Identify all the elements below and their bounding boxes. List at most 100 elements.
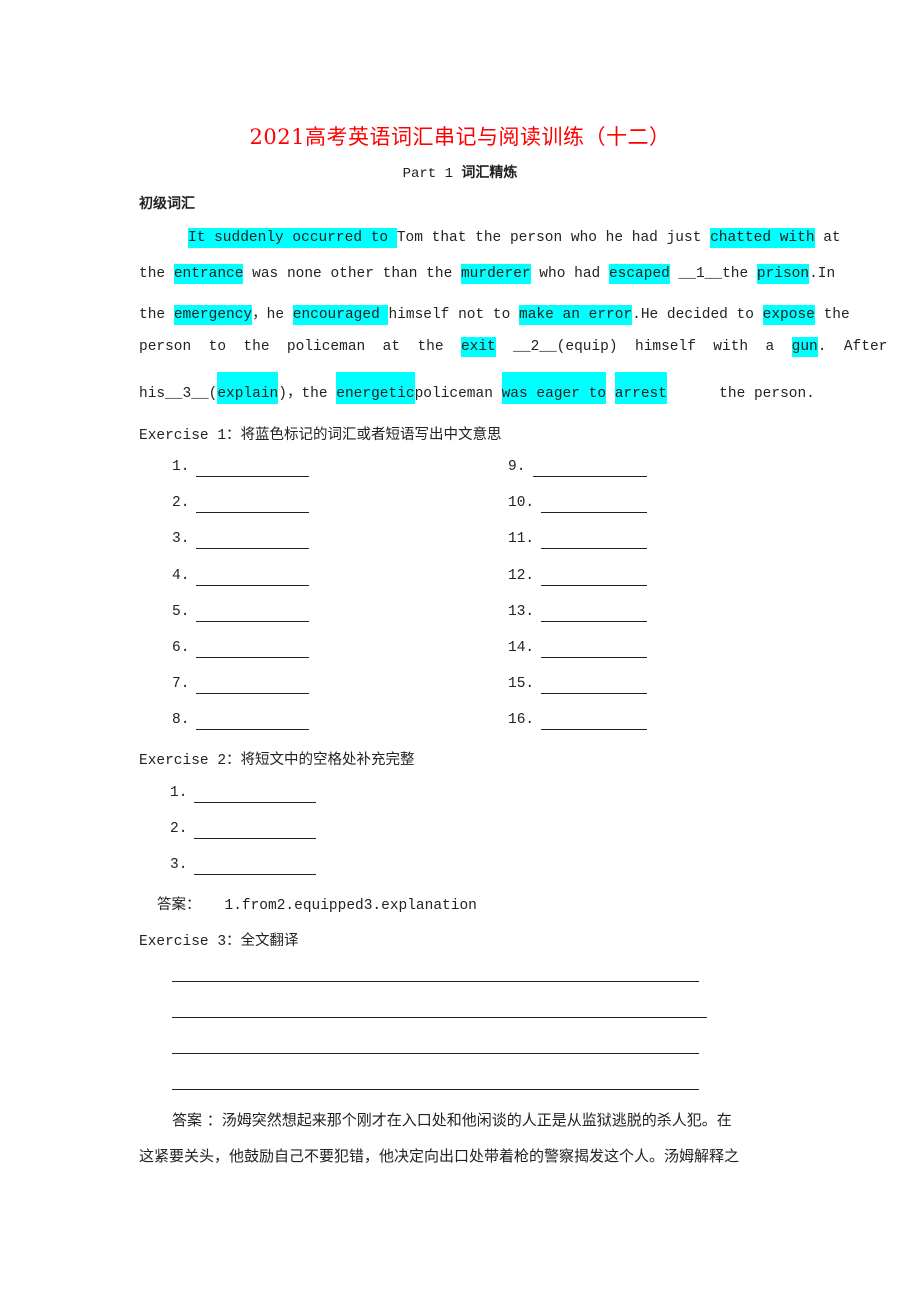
answer-text: 汤姆突然想起来那个刚才在入口处和他闲谈的人正是从监狱逃脱的杀人犯。在 (221, 1111, 732, 1129)
item-number: 12. (508, 567, 535, 584)
exercise-3-label: Exercise 3： (139, 934, 241, 950)
passage-line-1: It suddenly occurred to Tom that the per… (188, 228, 841, 248)
highlighted-phrase: emergency (173, 305, 253, 325)
item-number: 6. (172, 640, 190, 656)
document-title: 2021高考英语词汇串记与阅读训练（十二） (249, 125, 671, 149)
answer-blank[interactable] (541, 657, 647, 658)
answer-blank[interactable] (541, 584, 647, 586)
answer-text: 1.from2.equipped3.explanation (224, 898, 477, 914)
answer-blank[interactable] (541, 693, 647, 695)
translation-line[interactable] (172, 1017, 707, 1018)
answer-blank[interactable] (196, 657, 309, 658)
passage-text: the (139, 266, 174, 282)
passage-line-3: the emergency，he encouraged himself not … (139, 302, 850, 325)
passage-text: himself not to (388, 307, 519, 323)
passage-line-5: his__3__(explain)，the energetic policema… (139, 372, 815, 404)
item-number: 5. (172, 603, 190, 620)
item-number: 16. (508, 712, 535, 729)
exercise-3-title: Exercise 3：全文翻译 (139, 929, 299, 950)
highlighted-phrase: was eager to (501, 372, 607, 404)
highlighted-phrase: prison (756, 264, 810, 284)
answer-blank[interactable] (533, 476, 647, 477)
answer-blank[interactable] (196, 693, 309, 695)
item-number: 2. (172, 495, 190, 512)
answer-blank[interactable] (196, 620, 309, 622)
passage-text: ，he (252, 307, 293, 323)
item-number: 2. (170, 821, 188, 838)
exercise-1-instruction: 将蓝色标记的词汇或者短语写出中文意思 (240, 427, 502, 443)
item-number: 13. (508, 603, 535, 620)
passage-text: Tom that the person who he had just (396, 230, 711, 246)
highlighted-phrase: encouraged (292, 305, 389, 325)
passage-text: .In (809, 266, 836, 282)
item-number: 8. (172, 712, 190, 729)
answer-blank[interactable] (196, 476, 309, 477)
item-number: 3. (170, 857, 188, 874)
answer-blank[interactable] (196, 512, 309, 514)
translation-line[interactable] (172, 1089, 699, 1090)
exercise-2-label: Exercise 2： (139, 753, 241, 769)
answer-blank[interactable] (196, 729, 309, 731)
translation-answer-line-1: 答案 ：汤姆突然想起来那个刚才在入口处和他闲谈的人正是从监狱逃脱的杀人犯。在 (172, 1109, 732, 1130)
highlighted-phrase: murderer (460, 264, 531, 284)
answer-blank[interactable] (541, 620, 647, 622)
passage-text: the (139, 307, 174, 323)
highlighted-phrase: escaped (608, 264, 670, 284)
highlighted-phrase: entrance (173, 264, 244, 284)
passage-line-4: person to the policeman at the exit __2_… (139, 337, 888, 357)
answer-blank[interactable] (541, 512, 647, 514)
translation-line[interactable] (172, 981, 699, 982)
passage-text: __2__(equip) himself with a (495, 339, 792, 355)
highlighted-phrase: energetic (336, 372, 415, 404)
passage-text: . After (817, 339, 888, 355)
item-number: 9. (508, 459, 526, 475)
item-number: 1. (172, 459, 190, 475)
passage-text: at (814, 230, 841, 246)
item-number: 15. (508, 676, 535, 693)
exercise-1-label: Exercise 1： (139, 428, 241, 444)
answer-blank[interactable] (196, 548, 309, 550)
passage-line-2: the entrance was none other than the mur… (139, 264, 836, 284)
answer-blank[interactable] (194, 838, 316, 840)
answer-label: 答案： (157, 897, 201, 913)
passage-text: was none other than the (243, 266, 461, 282)
translation-line[interactable] (172, 1053, 699, 1054)
item-number: 7. (172, 676, 190, 693)
exercise-2-instruction: 将短文中的空格处补充完整 (240, 752, 415, 768)
translation-answer-line-2: 这紧要关头，他鼓励自己不要犯错，他决定向出口处带着枪的警察揭发这个人。汤姆解释之 (139, 1147, 740, 1165)
highlighted-phrase: expose (762, 305, 815, 325)
passage-text (606, 386, 615, 402)
exercise-1-title: Exercise 1：将蓝色标记的词汇或者短语写出中文意思 (139, 423, 502, 444)
level-heading: 初级词汇 (139, 196, 195, 212)
highlighted-phrase: chatted with (710, 228, 815, 248)
passage-text: the (814, 307, 850, 323)
passage-text: the person. (666, 386, 815, 402)
answer-blank[interactable] (541, 548, 647, 550)
answer-blank[interactable] (196, 584, 309, 586)
part-number: Part 1 (402, 166, 462, 182)
passage-text: __1__the (669, 266, 757, 282)
exercise-3-instruction: 全文翻译 (240, 933, 299, 949)
item-number: 4. (172, 567, 190, 584)
answer-blank[interactable] (194, 874, 316, 876)
item-number: 1. (170, 785, 188, 801)
passage-text: )，the (278, 386, 337, 402)
passage-text: person to the policeman at the (139, 339, 461, 355)
passage-text: who had (530, 266, 609, 282)
highlighted-phrase: exit (460, 337, 496, 357)
item-number: 11. (508, 531, 535, 548)
item-number: 10. (508, 495, 535, 512)
highlighted-phrase: arrest (614, 372, 667, 404)
highlighted-phrase: make an error (519, 305, 633, 325)
item-number: 3. (172, 531, 190, 548)
exercise-2-answer: 答案： 1.from2.equipped3.explanation (157, 893, 477, 914)
highlighted-phrase: It suddenly occurred to (188, 228, 397, 248)
part-heading: Part 1 词汇精炼 (0, 162, 920, 182)
item-number: 14. (508, 640, 535, 656)
part-label: 词汇精炼 (461, 165, 518, 181)
exercise-2-title: Exercise 2：将短文中的空格处补充完整 (139, 748, 415, 769)
answer-blank[interactable] (194, 802, 316, 803)
highlighted-phrase: gun (791, 337, 818, 357)
answer-blank[interactable] (541, 729, 647, 731)
passage-text: his__3__( (139, 386, 218, 402)
